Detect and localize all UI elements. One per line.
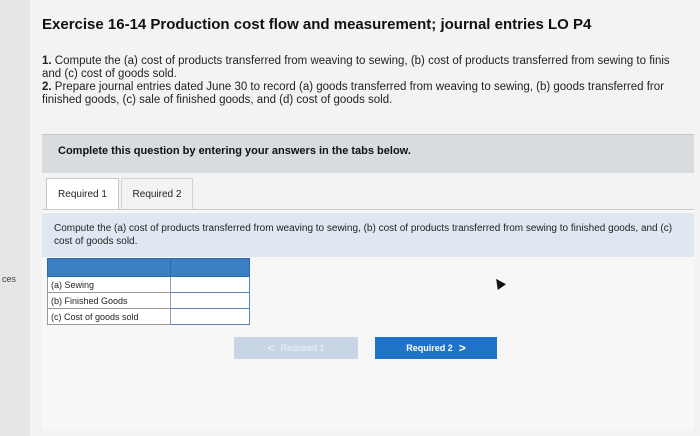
prev-required-button[interactable]: < Required 1 bbox=[234, 337, 358, 359]
prompt-text: Compute the (a) cost of products transfe… bbox=[54, 223, 673, 247]
table-row: (b) Finished Goods bbox=[47, 292, 250, 309]
chevron-right-icon: > bbox=[458, 341, 466, 355]
sewing-input[interactable] bbox=[171, 277, 245, 292]
instruction-number: 1. bbox=[42, 55, 52, 67]
instruction-text: Prepare journal entries dated June 30 to… bbox=[54, 81, 664, 93]
instruction-item-2: 2. Prepare journal entries dated June 30… bbox=[42, 81, 692, 94]
prev-button-label: Required 1 bbox=[280, 343, 325, 353]
side-label: ces bbox=[2, 274, 17, 284]
instruction-item-1-cont: and (c) cost of goods sold. bbox=[42, 68, 177, 80]
finished-goods-input[interactable] bbox=[171, 293, 245, 308]
answer-table: (a) Sewing (b) Finished Goods (c) Cost o… bbox=[47, 258, 250, 325]
page-title: Exercise 16-14 Production cost flow and … bbox=[42, 16, 592, 33]
instruction-number: 2. bbox=[42, 81, 52, 93]
table-header-row bbox=[47, 258, 250, 277]
table-header-cell bbox=[47, 258, 171, 277]
next-button-label: Required 2 bbox=[406, 343, 453, 353]
banner-text: Complete this question by entering your … bbox=[58, 145, 411, 157]
instruction-banner: Complete this question by entering your … bbox=[42, 134, 694, 173]
instruction-item-2-cont: finished goods, (c) sale of finished goo… bbox=[42, 94, 393, 106]
instructions: 1. Compute the (a) cost of products tran… bbox=[42, 55, 692, 107]
row-label-finished-goods: (b) Finished Goods bbox=[47, 292, 171, 309]
chevron-left-icon: < bbox=[267, 341, 275, 355]
table-header-cell bbox=[170, 258, 250, 277]
tab-required-1[interactable]: Required 1 bbox=[46, 178, 119, 209]
row-label-cost-of-goods-sold: (c) Cost of goods sold bbox=[47, 308, 171, 325]
cost-of-goods-sold-input-cell[interactable] bbox=[170, 308, 250, 325]
finished-goods-input-cell[interactable] bbox=[170, 292, 250, 309]
tab-required-2[interactable]: Required 2 bbox=[121, 178, 193, 209]
next-required-button[interactable]: Required 2 > bbox=[375, 337, 497, 359]
table-row: (c) Cost of goods sold bbox=[47, 308, 250, 325]
instruction-text: Compute the (a) cost of products transfe… bbox=[54, 55, 670, 67]
instruction-item-1: 1. Compute the (a) cost of products tran… bbox=[42, 55, 692, 68]
question-prompt: Compute the (a) cost of products transfe… bbox=[42, 213, 694, 257]
table-row: (a) Sewing bbox=[47, 276, 250, 293]
sewing-input-cell[interactable] bbox=[170, 276, 250, 293]
row-label-sewing: (a) Sewing bbox=[47, 276, 171, 293]
cost-of-goods-sold-input[interactable] bbox=[171, 309, 245, 324]
